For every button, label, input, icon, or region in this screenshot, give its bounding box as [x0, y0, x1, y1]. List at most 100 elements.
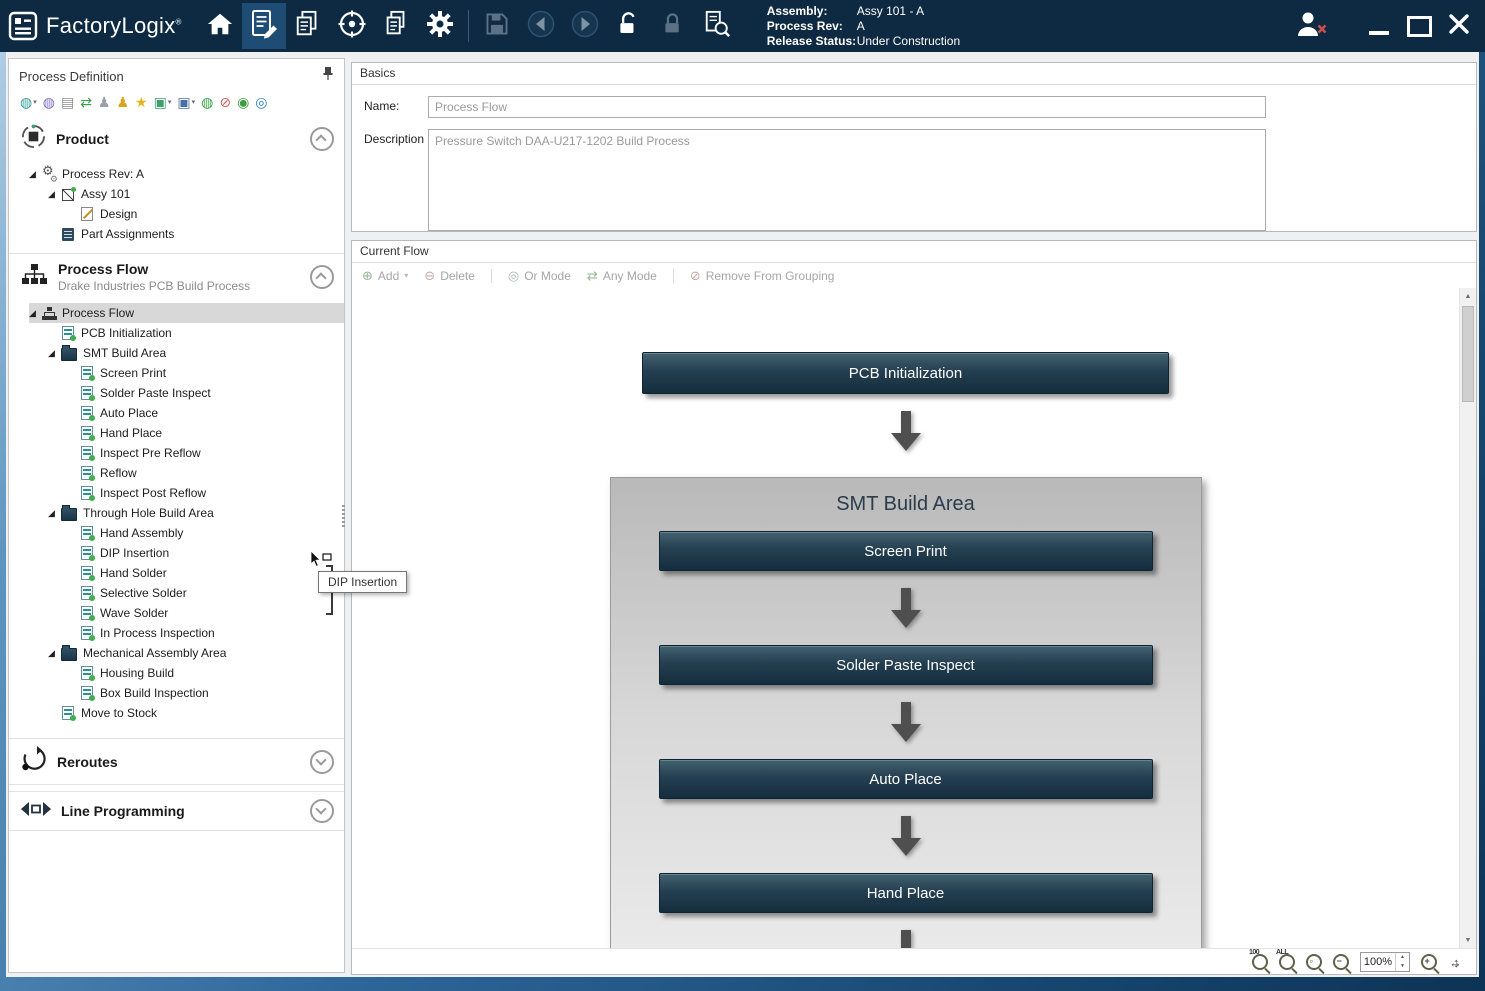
tree-item-housing-build[interactable]: Housing Build: [9, 663, 344, 683]
tree-item-move-to-stock[interactable]: Move to Stock: [9, 703, 344, 723]
tree-item-selective-solder[interactable]: Selective Solder: [9, 583, 344, 603]
close-button[interactable]: [1439, 3, 1479, 49]
zoom-out-button[interactable]: −: [1333, 954, 1349, 970]
publish-globe-icon[interactable]: ◍▾: [17, 92, 40, 112]
flow-group-smt-build-area[interactable]: SMT Build AreaScreen PrintSolder Paste I…: [610, 477, 1202, 948]
import-package-icon[interactable]: ▣▾: [174, 92, 198, 112]
unlock-button[interactable]: [607, 3, 651, 49]
back-button[interactable]: [519, 3, 563, 49]
tree-item-hand-solder[interactable]: Hand Solder: [9, 563, 344, 583]
flow-step-hand-place[interactable]: Hand Place: [659, 873, 1153, 913]
add-button[interactable]: ⊕Add▾: [362, 269, 408, 283]
zoom-level-input[interactable]: [1361, 953, 1395, 971]
tree-item-assy-101[interactable]: ◢Assy 101: [9, 184, 344, 204]
wip-documents-button[interactable]: [286, 3, 330, 49]
section-header-reroutes[interactable]: Reroutes: [9, 738, 344, 785]
tree-item-process-flow[interactable]: ◢Process Flow: [9, 303, 344, 323]
tree-item-hand-assembly[interactable]: Hand Assembly: [9, 523, 344, 543]
tree-expander-icon[interactable]: ◢: [29, 308, 42, 318]
zoom-fit-button[interactable]: [1448, 954, 1464, 970]
delete-button[interactable]: ⊖Delete: [424, 269, 475, 283]
tree-item-reflow[interactable]: Reflow: [9, 463, 344, 483]
scroll-up-button[interactable]: ▲: [1460, 288, 1476, 304]
tree-item-wave-solder[interactable]: Wave Solder: [9, 603, 344, 623]
pin-button[interactable]: [322, 66, 334, 86]
expand-reroutes-button[interactable]: [310, 750, 334, 774]
tree-item-smt-build-area[interactable]: ◢SMT Build Area: [9, 343, 344, 363]
maximize-button[interactable]: [1399, 3, 1439, 49]
scrollbar-thumb[interactable]: [1462, 306, 1474, 402]
collapse-product-button[interactable]: [310, 127, 334, 151]
tree-item-process-rev-a[interactable]: ◢Process Rev: A: [9, 164, 344, 184]
or-mode-button[interactable]: ◎Or Mode: [508, 269, 571, 283]
tree-item-in-process-inspection[interactable]: In Process Inspection: [9, 623, 344, 643]
tree-item-inspect-post-reflow[interactable]: Inspect Post Reflow: [9, 483, 344, 503]
step-icon: [81, 406, 93, 420]
tree-item-dip-insertion[interactable]: DIP Insertion: [9, 543, 344, 563]
tree-item-pcb-initialization[interactable]: PCB Initialization: [9, 323, 344, 343]
status-icon[interactable]: ◎: [252, 92, 270, 112]
tree-item-hand-place[interactable]: Hand Place: [9, 423, 344, 443]
save-button[interactable]: [475, 3, 519, 49]
tree-item-design[interactable]: Design: [9, 204, 344, 224]
new-revision-icon[interactable]: ★: [132, 92, 151, 112]
release-icon[interactable]: ◉: [234, 92, 252, 112]
process-definition-button[interactable]: [242, 3, 286, 49]
user-gray-icon[interactable]: ♟: [95, 92, 114, 112]
web-link-icon[interactable]: ◍: [40, 92, 58, 112]
tree-expander-icon[interactable]: ◢: [48, 189, 61, 199]
publish-icon[interactable]: ◍: [198, 92, 216, 112]
unrelease-icon[interactable]: ⊘: [216, 92, 234, 112]
zoom-100-button[interactable]: 100: [1252, 954, 1268, 970]
zoom-level-spinner[interactable]: ▲▼: [1360, 952, 1410, 972]
sync-button[interactable]: [330, 3, 374, 49]
settings-button[interactable]: [418, 3, 462, 49]
tree-item-solder-paste-inspect[interactable]: Solder Paste Inspect: [9, 383, 344, 403]
tree-expander-icon[interactable]: ◢: [29, 169, 42, 179]
zoom-all-button[interactable]: ALL: [1279, 954, 1295, 970]
tree-item-label: Move to Stock: [81, 706, 157, 720]
user-gold-icon[interactable]: ♟: [113, 92, 132, 112]
lock-button[interactable]: [651, 3, 695, 49]
tree-item-part-assignments[interactable]: Part Assignments: [9, 224, 344, 244]
zoom-increment-button[interactable]: ▲: [1396, 953, 1409, 962]
description-input[interactable]: Pressure Switch DAA-U217-1202 Build Proc…: [428, 129, 1266, 231]
tree-item-box-build-inspection[interactable]: Box Build Inspection: [9, 683, 344, 703]
flow-step-auto-place[interactable]: Auto Place: [659, 759, 1153, 799]
print-icon[interactable]: ▤: [58, 92, 77, 112]
home-button[interactable]: [198, 3, 242, 49]
flow-down-arrow-icon: [891, 411, 921, 451]
audit-search-button[interactable]: [695, 3, 739, 49]
collapse-process-flow-button[interactable]: [310, 265, 334, 289]
name-input[interactable]: [428, 96, 1266, 118]
reports-button[interactable]: [374, 3, 418, 49]
tree-item-inspect-pre-reflow[interactable]: Inspect Pre Reflow: [9, 443, 344, 463]
export-package-icon[interactable]: ▣▾: [151, 92, 175, 112]
tree-item-screen-print[interactable]: Screen Print: [9, 363, 344, 383]
tree-item-through-hole-build-area[interactable]: ◢Through Hole Build Area: [9, 503, 344, 523]
tree-expander-icon[interactable]: ◢: [48, 508, 61, 518]
flow-step-solder-paste-inspect[interactable]: Solder Paste Inspect: [659, 645, 1153, 685]
logout-button[interactable]: [1289, 3, 1333, 49]
section-header-line-programming[interactable]: Line Programming: [9, 791, 344, 831]
flow-step-screen-print[interactable]: Screen Print: [659, 531, 1153, 571]
flow-vertical-scrollbar[interactable]: ▲ ▼: [1459, 288, 1476, 948]
zoom-region-button[interactable]: ▫: [1306, 954, 1322, 970]
zoom-decrement-button[interactable]: ▼: [1396, 962, 1409, 971]
tree-expander-icon[interactable]: ◢: [48, 648, 61, 658]
tree-item-auto-place[interactable]: Auto Place: [9, 403, 344, 423]
any-mode-button[interactable]: ⇄Any Mode: [587, 269, 657, 283]
scroll-down-button[interactable]: ▼: [1460, 932, 1476, 948]
expand-line-programming-button[interactable]: [310, 799, 334, 823]
flow-step-pcb-initialization[interactable]: PCB Initialization: [642, 352, 1169, 394]
tree-item-mechanical-assembly-area[interactable]: ◢Mechanical Assembly Area: [9, 643, 344, 663]
tree-expander-icon[interactable]: ◢: [48, 348, 61, 358]
zoom-in-button[interactable]: +: [1421, 954, 1437, 970]
flow-canvas[interactable]: PCB Initialization SMT Build AreaScreen P…: [352, 288, 1476, 948]
minimize-button[interactable]: [1359, 3, 1399, 49]
section-header-product[interactable]: Product: [9, 117, 344, 161]
forward-button[interactable]: [563, 3, 607, 49]
transfer-icon[interactable]: ⇄: [77, 92, 95, 112]
remove-from-grouping-button[interactable]: ⊘Remove From Grouping: [690, 269, 835, 283]
section-header-process-flow[interactable]: Process Flow Drake Industries PCB Build …: [9, 253, 344, 300]
